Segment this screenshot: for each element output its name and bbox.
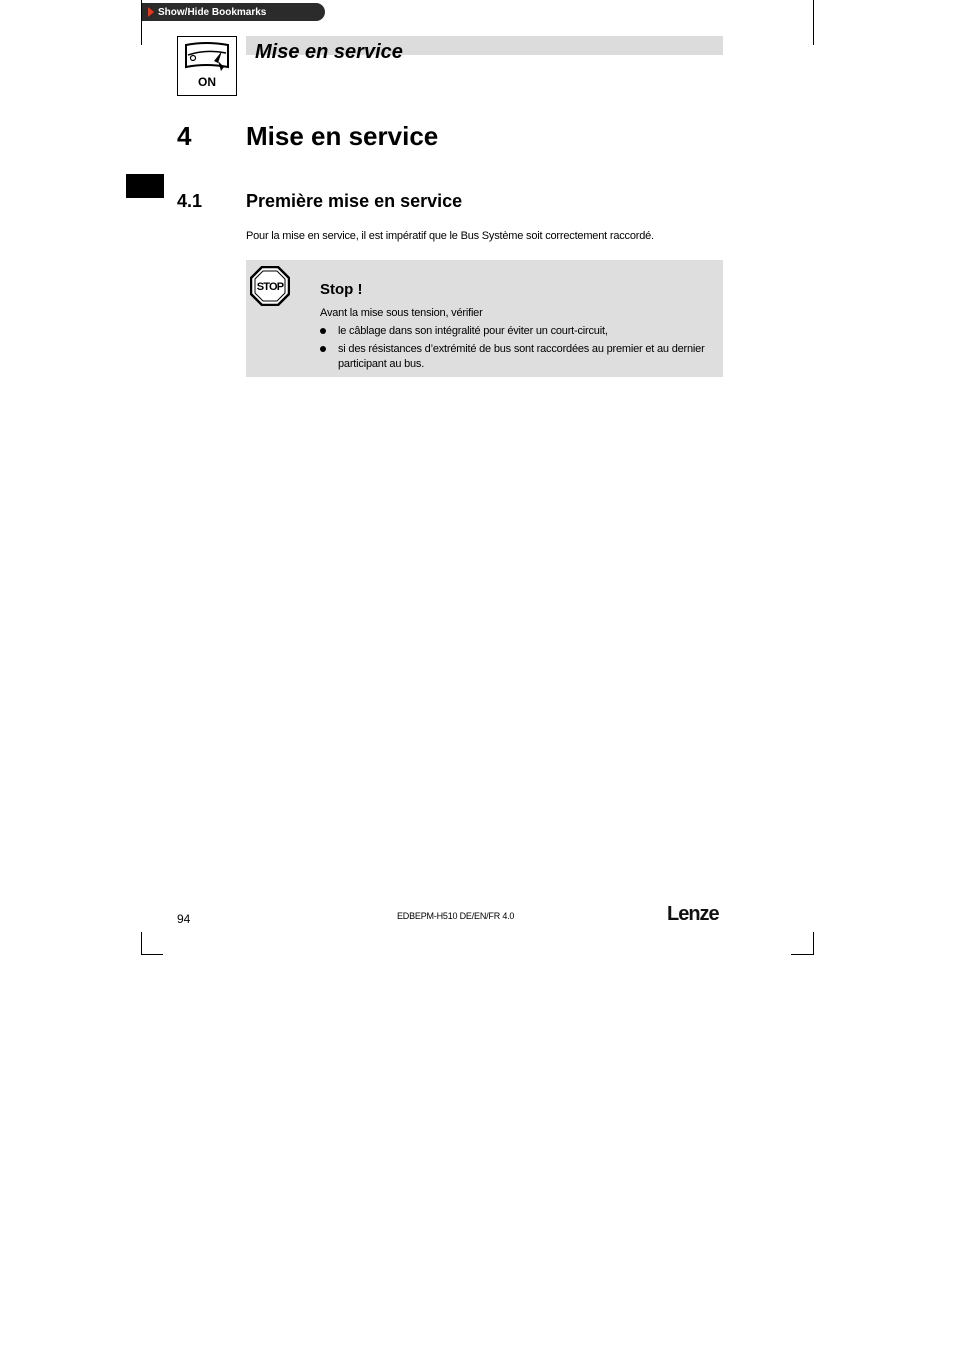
crop-mark-top-right: [813, 0, 814, 45]
section-number: 4: [177, 121, 192, 151]
section-title: Mise en service: [246, 121, 439, 151]
list-item: si des résistances d’extrémité de bus so…: [320, 342, 720, 372]
crop-mark-bottom-right-h: [791, 954, 814, 955]
list-item: le câblage dans son intégralité pour évi…: [320, 324, 720, 339]
crop-mark-bottom-right-v: [813, 932, 814, 954]
document-code: EDBEPM-H510 DE/EN/FR 4.0: [397, 911, 515, 921]
subsection-number: 4.1: [177, 191, 203, 211]
stop-title: Stop !: [320, 281, 363, 298]
stop-sign-icon: STOP: [249, 265, 291, 307]
subsection-title: Première mise en service: [246, 191, 463, 211]
header-title: Mise en service: [255, 41, 403, 63]
crop-mark-bottom-left-v: [141, 932, 142, 954]
triangle-right-icon: [148, 7, 154, 17]
bullet-icon: [320, 346, 326, 352]
bookmark-label: Show/Hide Bookmarks: [158, 6, 267, 18]
page-number: 94: [177, 912, 191, 926]
stop-bullet-list: le câblage dans son intégralité pour évi…: [320, 324, 720, 375]
svg-text:STOP: STOP: [257, 281, 284, 293]
stop-lead-text: Avant la mise sous tension, vérifier: [320, 307, 483, 319]
crop-mark-top-left: [141, 0, 142, 45]
intro-paragraph: Pour la mise en service, il est impérati…: [246, 230, 654, 242]
crop-mark-bottom-left-h: [141, 954, 163, 955]
list-item-text: si des résistances d’extrémité de bus so…: [338, 343, 705, 370]
show-hide-bookmarks-button[interactable]: Show/Hide Bookmarks: [142, 3, 325, 21]
power-switch-icon-box: ON: [177, 36, 237, 96]
icon-on-label: ON: [198, 75, 216, 89]
lenze-logo: Lenze: [667, 903, 720, 925]
chapter-side-marker: [126, 174, 164, 198]
list-item-text: le câblage dans son intégralité pour évi…: [338, 325, 608, 337]
bullet-icon: [320, 328, 326, 334]
